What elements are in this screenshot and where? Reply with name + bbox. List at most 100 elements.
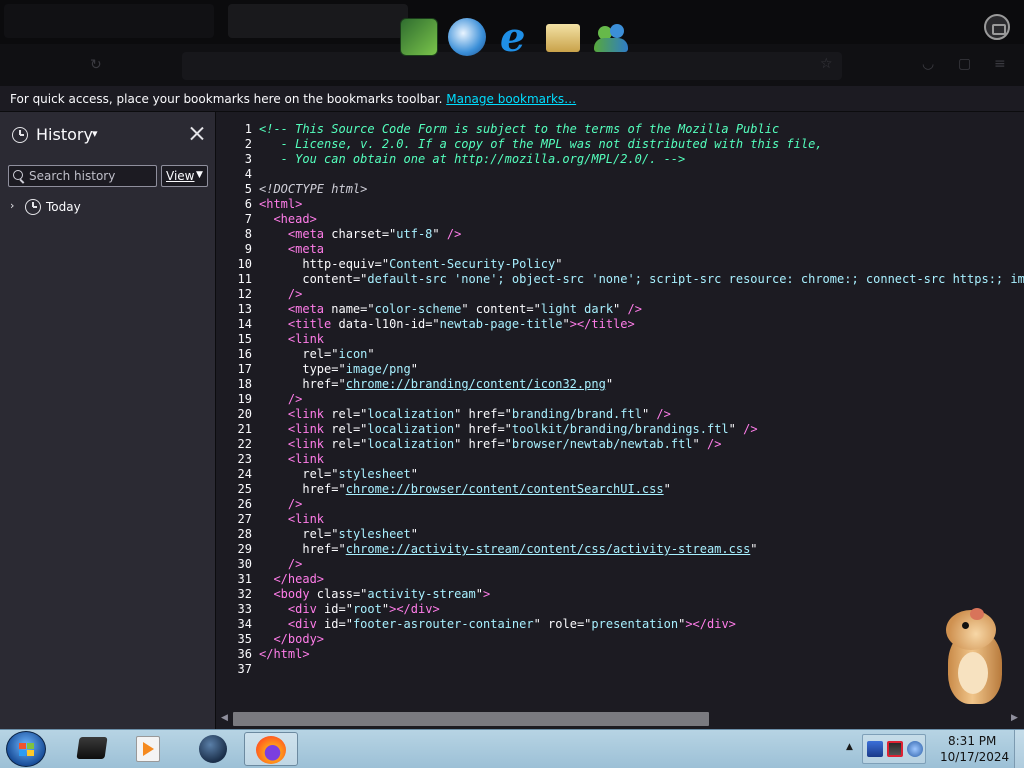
tab-ghost-2[interactable] xyxy=(228,4,408,38)
source-token: " xyxy=(410,362,418,376)
source-token: - You can obtain one at http://mozilla.o… xyxy=(259,152,686,166)
mail-folder-icon[interactable] xyxy=(546,24,580,52)
source-link[interactable]: chrome://activity-stream/content/css/act… xyxy=(346,542,751,556)
source-token: <!-- This Source Code Form is subject to… xyxy=(259,122,780,136)
line-number: 32 xyxy=(237,587,252,601)
pocket-icon[interactable]: ◡ xyxy=(922,56,934,72)
source-token: href xyxy=(461,437,498,451)
taskbar-clock-date[interactable]: 10/17/2024 xyxy=(940,750,1009,764)
source-token: <meta xyxy=(287,302,325,316)
source-line: 28 rel="stylesheet" xyxy=(217,527,1024,542)
source-token: =" xyxy=(381,227,397,241)
tab-ghost-1[interactable] xyxy=(4,4,214,38)
search-icon xyxy=(13,170,23,180)
history-group-today[interactable]: › Today xyxy=(0,196,216,218)
source-token: =" xyxy=(338,617,353,631)
spreadsheet-app-icon[interactable] xyxy=(400,18,438,56)
chevron-right-icon[interactable]: › xyxy=(10,199,14,212)
close-icon[interactable] xyxy=(186,123,208,145)
source-line: 32 <body class="activity-stream"> xyxy=(217,587,1024,602)
search-history-input[interactable] xyxy=(29,168,153,184)
line-number: 7 xyxy=(244,212,252,226)
line-number: 31 xyxy=(237,572,252,586)
source-token: localization xyxy=(367,437,455,451)
source-token: =" xyxy=(352,437,368,451)
view-menu-button[interactable]: View ▼ xyxy=(161,165,208,187)
source-token xyxy=(259,422,288,436)
network-globe-icon[interactable] xyxy=(448,18,486,56)
manage-bookmarks-link[interactable]: Manage bookmarks… xyxy=(446,92,576,106)
source-token: image/png xyxy=(345,362,411,376)
taskbar-media-player[interactable] xyxy=(120,732,174,766)
source-link[interactable]: chrome://branding/content/icon32.png xyxy=(346,377,606,391)
source-token: =" xyxy=(374,257,390,271)
source-token xyxy=(259,227,288,241)
network-tray-icon[interactable] xyxy=(867,741,883,757)
source-token: " xyxy=(475,587,483,601)
source-token: =" xyxy=(331,377,346,391)
action-center-tray-icon[interactable] xyxy=(887,741,903,757)
windows-logo-icon xyxy=(19,743,35,757)
source-line: 22 <link rel="localization" href="browse… xyxy=(217,437,1024,452)
source-token: ></div> xyxy=(685,617,736,631)
internet-explorer-icon[interactable]: e xyxy=(496,14,534,61)
scroll-left-icon[interactable]: ◀ xyxy=(221,713,228,723)
line-number: 18 xyxy=(237,377,252,391)
source-line: 33 <div id="root"></div> xyxy=(217,602,1024,617)
source-token: localization xyxy=(367,407,455,421)
extensions-icon[interactable]: ▢ xyxy=(958,56,971,72)
taskbar-display-app[interactable] xyxy=(62,732,116,766)
globe-icon xyxy=(199,735,227,763)
source-token: /> xyxy=(287,287,303,301)
taskbar-clock-time[interactable]: 8:31 PM xyxy=(948,734,996,748)
line-number: 2 xyxy=(244,137,252,151)
source-token: " xyxy=(562,317,570,331)
start-button[interactable] xyxy=(6,731,46,767)
source-token: " xyxy=(663,482,671,496)
volume-tray-icon[interactable] xyxy=(907,741,923,757)
source-token: " xyxy=(692,437,707,451)
source-token xyxy=(259,452,288,466)
source-token xyxy=(259,437,288,451)
source-token: href xyxy=(302,482,332,496)
taskbar-globe-app[interactable] xyxy=(186,732,240,766)
line-number: 6 xyxy=(244,197,252,211)
history-clock-icon xyxy=(12,127,28,143)
toolbox-icon[interactable] xyxy=(984,14,1010,40)
line-number: 28 xyxy=(237,527,252,541)
source-token xyxy=(259,602,288,616)
menu-icon[interactable]: ≡ xyxy=(994,56,1006,72)
taskbar-firefox[interactable] xyxy=(244,732,298,766)
bookmarks-toolbar-message: For quick access, place your bookmarks h… xyxy=(10,92,576,106)
people-icon[interactable] xyxy=(592,18,630,56)
scrollbar-thumb[interactable] xyxy=(233,712,709,726)
show-hidden-icons-icon[interactable]: ▲ xyxy=(846,742,853,752)
source-token: rel xyxy=(324,407,353,421)
line-number: 13 xyxy=(237,302,252,316)
horizontal-scrollbar[interactable]: ◀ ▶ xyxy=(217,711,1024,728)
source-token: =" xyxy=(352,272,368,286)
scroll-right-icon[interactable]: ▶ xyxy=(1011,713,1018,723)
source-line: 7 <head> xyxy=(217,212,1024,227)
line-number: 23 xyxy=(237,452,252,466)
sidebar-title[interactable]: History xyxy=(36,125,93,144)
source-token: utf-8 xyxy=(396,227,433,241)
source-link[interactable]: chrome://browser/content/contentSearchUI… xyxy=(346,482,664,496)
show-desktop-button[interactable] xyxy=(1014,730,1024,768)
chevron-down-icon[interactable]: ▾ xyxy=(92,127,98,140)
source-token: /> xyxy=(287,557,303,571)
source-line: 18 href="chrome://branding/content/icon3… xyxy=(217,377,1024,392)
source-token: " xyxy=(613,302,628,316)
reload-icon[interactable]: ↻ xyxy=(90,57,102,73)
source-token: " xyxy=(750,542,758,556)
source-token: rel xyxy=(324,437,353,451)
source-token: rel xyxy=(324,422,353,436)
bookmark-star-icon[interactable]: ☆ xyxy=(820,56,833,72)
history-search-box[interactable] xyxy=(8,165,157,187)
desktop-icon-dock: e xyxy=(392,14,636,62)
source-token: presentation xyxy=(591,617,679,631)
hamster-desktop-pet[interactable] xyxy=(940,608,1012,708)
source-token: id xyxy=(316,602,339,616)
source-token: <head> xyxy=(273,212,317,226)
line-number: 29 xyxy=(237,542,252,556)
